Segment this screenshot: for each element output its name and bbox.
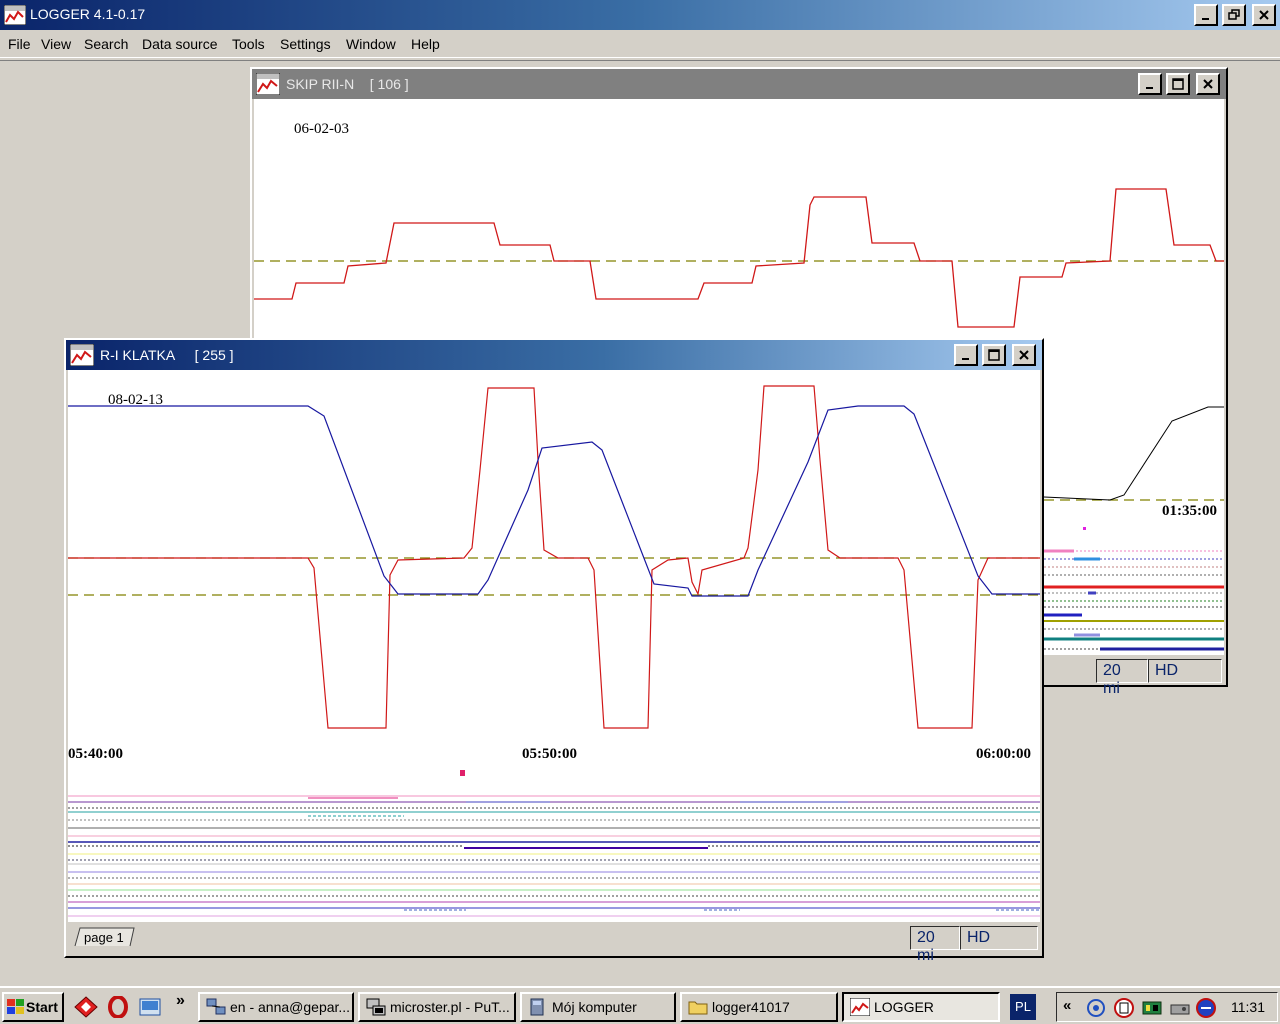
skip-mode-cell[interactable]: HD bbox=[1148, 659, 1222, 683]
klatka-digital-lines bbox=[68, 795, 1040, 917]
skip-minimize-button[interactable] bbox=[1138, 73, 1162, 95]
task-button-my-computer[interactable]: Mój komputer bbox=[520, 992, 676, 1022]
window-skip-title: SKIP RII-N [ 106 ] bbox=[286, 76, 409, 92]
close-icon bbox=[1259, 10, 1269, 20]
klatka-event-marker bbox=[460, 770, 465, 776]
app-close-button[interactable] bbox=[1252, 4, 1276, 26]
start-label: Start bbox=[26, 999, 58, 1015]
skip-black-trace bbox=[1043, 406, 1224, 501]
klatka-time-tick-start: 05:40:00 bbox=[68, 746, 123, 762]
task-button-anna[interactable]: en - anna@gepar... bbox=[198, 992, 354, 1022]
task-button-putty[interactable]: microster.pl - PuT... bbox=[358, 992, 516, 1022]
folder-icon bbox=[688, 1001, 708, 1015]
start-button[interactable]: Start bbox=[2, 992, 64, 1022]
klatka-mode-cell[interactable]: HD bbox=[960, 926, 1038, 950]
taskbar: Start » en - anna@gepar... microster.pl … bbox=[0, 986, 1280, 1024]
menu-file[interactable]: File bbox=[8, 36, 31, 52]
minimize-icon bbox=[1202, 18, 1209, 20]
putty-icon bbox=[366, 998, 386, 1016]
window-r-i-klatka[interactable]: R-I KLATKA [ 255 ] 08-02-13 05:40:00 05:… bbox=[64, 338, 1044, 964]
app-restore-button[interactable] bbox=[1222, 4, 1246, 26]
language-indicator[interactable]: PL bbox=[1010, 994, 1036, 1020]
task-label-anna: en - anna@gepar... bbox=[230, 999, 351, 1015]
window-klatka-title: R-I KLATKA [ 255 ] bbox=[100, 347, 234, 363]
app-minimize-button[interactable] bbox=[1194, 4, 1218, 26]
menu-search[interactable]: Search bbox=[84, 36, 128, 52]
app-titlebar: LOGGER 4.1-0.17 bbox=[0, 0, 1280, 30]
network-tray-icon[interactable] bbox=[1085, 997, 1107, 1019]
menu-settings[interactable]: Settings bbox=[280, 36, 331, 52]
skip-digital-lines bbox=[1044, 549, 1224, 651]
maximize-icon bbox=[988, 349, 1000, 361]
quicklaunch-app-icon[interactable] bbox=[74, 996, 98, 1018]
menu-help[interactable]: Help bbox=[411, 36, 440, 52]
network-connections-icon bbox=[206, 998, 226, 1015]
klatka-time-tick-middle: 05:50:00 bbox=[522, 746, 577, 762]
chart-window-icon bbox=[256, 73, 280, 95]
logger-app-icon bbox=[850, 998, 870, 1016]
task-label-my-computer: Mój komputer bbox=[552, 999, 637, 1015]
window-klatka-titlebar[interactable]: R-I KLATKA [ 255 ] bbox=[66, 340, 1042, 370]
klatka-time-tick-end: 06:00:00 bbox=[976, 746, 1031, 762]
show-desktop-icon[interactable] bbox=[138, 996, 162, 1018]
tab-page-1[interactable]: page 1 bbox=[84, 930, 124, 945]
close-icon bbox=[1019, 350, 1029, 360]
window-skip-id: [ 106 ] bbox=[369, 76, 409, 92]
menu-data-source[interactable]: Data source bbox=[142, 36, 217, 52]
window-klatka-id: [ 255 ] bbox=[194, 347, 234, 363]
klatka-red-trace bbox=[68, 385, 1040, 729]
skip-close-button[interactable] bbox=[1196, 73, 1220, 95]
windows-logo-icon bbox=[7, 999, 24, 1014]
task-label-logger-folder: logger41017 bbox=[712, 999, 790, 1015]
logger-app-icon bbox=[4, 5, 26, 25]
klatka-close-button[interactable] bbox=[1012, 344, 1036, 366]
drive-tray-icon[interactable] bbox=[1169, 997, 1191, 1019]
maximize-icon bbox=[1172, 78, 1184, 90]
window-klatka-name: R-I KLATKA bbox=[100, 347, 176, 363]
skip-red-trace bbox=[254, 188, 1224, 328]
system-tray: « 11:31 bbox=[1056, 992, 1278, 1022]
skip-event-marker bbox=[1083, 527, 1086, 530]
klatka-plot-area[interactable]: 08-02-13 05:40:00 05:50:00 06:00:00 bbox=[68, 370, 1040, 922]
tray-collapse-button[interactable]: « bbox=[1063, 997, 1071, 1014]
skip-maximize-button[interactable] bbox=[1166, 73, 1190, 95]
menubar: File View Search Data source Tools Setti… bbox=[0, 30, 1280, 58]
antivirus-tray-icon[interactable] bbox=[1195, 997, 1217, 1019]
klatka-minimize-button[interactable] bbox=[954, 344, 978, 366]
quicklaunch-more[interactable]: » bbox=[176, 992, 185, 1010]
restore-icon bbox=[1228, 9, 1240, 20]
window-skip-titlebar[interactable]: SKIP RII-N [ 106 ] bbox=[252, 69, 1226, 99]
minimize-icon bbox=[962, 358, 969, 360]
task-label-putty: microster.pl - PuT... bbox=[390, 999, 510, 1015]
my-computer-icon bbox=[530, 998, 544, 1016]
task-button-logger[interactable]: LOGGER bbox=[842, 992, 1000, 1022]
chart-window-icon bbox=[70, 344, 94, 366]
window-skip-name: SKIP RII-N bbox=[286, 76, 355, 92]
klatka-maximize-button[interactable] bbox=[982, 344, 1006, 366]
klatka-zoom-cell[interactable]: 20 mi bbox=[910, 926, 960, 964]
skip-zoom-cell[interactable]: 20 mi bbox=[1096, 659, 1148, 697]
task-button-logger-folder[interactable]: logger41017 bbox=[680, 992, 838, 1022]
close-icon bbox=[1203, 79, 1213, 89]
minimize-icon bbox=[1146, 87, 1153, 89]
task-label-logger: LOGGER bbox=[874, 999, 934, 1015]
security-tray-icon[interactable] bbox=[1113, 997, 1135, 1019]
klatka-statusbar: page 1 20 mi HD bbox=[68, 924, 1040, 964]
app-title: LOGGER 4.1-0.17 bbox=[30, 6, 146, 22]
tray-clock[interactable]: 11:31 bbox=[1231, 999, 1265, 1015]
klatka-blue-trace bbox=[68, 405, 1040, 597]
menu-view[interactable]: View bbox=[41, 36, 71, 52]
menu-window[interactable]: Window bbox=[346, 36, 396, 52]
skip-time-label: 01:35:00 bbox=[1162, 503, 1217, 519]
hardware-tray-icon[interactable] bbox=[1141, 997, 1163, 1019]
klatka-trace-svg bbox=[68, 385, 1040, 917]
opera-icon[interactable] bbox=[106, 996, 130, 1018]
menu-tools[interactable]: Tools bbox=[232, 36, 265, 52]
klatka-date-label: 08-02-13 bbox=[108, 392, 163, 408]
